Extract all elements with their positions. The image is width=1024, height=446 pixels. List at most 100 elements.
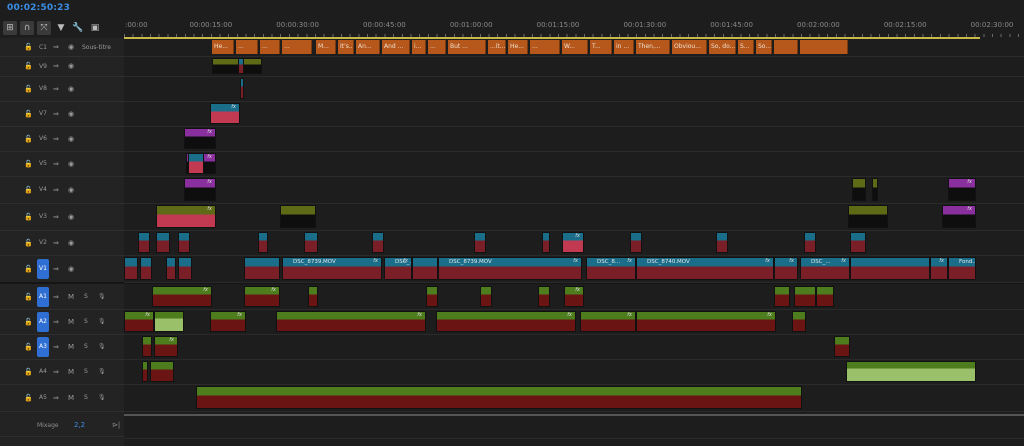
lock-icon[interactable]: 🔓 [24, 368, 33, 376]
microphone-icon[interactable]: 🎙 [98, 318, 106, 325]
mute-button[interactable]: M [68, 343, 74, 351]
video-clip[interactable]: fx [562, 232, 584, 253]
caption-clip[interactable]: He... [212, 40, 234, 54]
insert-icon[interactable]: ⊞ [3, 21, 17, 35]
sync-lock-icon[interactable]: ⇒ [53, 110, 59, 118]
caption-clip[interactable]: So, do... [709, 40, 736, 54]
eye-icon[interactable]: ◉ [68, 265, 74, 273]
audio-clip[interactable] [308, 286, 318, 307]
solo-button[interactable]: S [84, 368, 88, 375]
track-header-v5[interactable]: 🔓 V5 ⇒ ◉ [0, 151, 124, 177]
video-clip[interactable]: fx [774, 257, 798, 280]
caption-clip[interactable]: in ... [614, 40, 634, 54]
lock-icon[interactable]: 🔓 [24, 394, 33, 402]
audio-clip[interactable]: fx [210, 311, 246, 332]
video-clip[interactable] [156, 232, 170, 253]
caption-clip[interactable]: But ... [448, 40, 486, 54]
track-label[interactable]: A2 [37, 311, 49, 332]
video-clip[interactable]: fx [156, 205, 216, 228]
caption-clip[interactable]: ... [260, 40, 280, 54]
track-header-a5[interactable]: 🔓 A5 ⇒ M S 🎙 [0, 384, 124, 412]
track-label[interactable]: V5 [37, 160, 49, 167]
sync-lock-icon[interactable]: ⇒ [53, 85, 59, 93]
track-lane[interactable] [124, 151, 1024, 177]
caption-clip[interactable]: T... [590, 40, 612, 54]
video-clip[interactable]: DSC_8740.MOV fx [636, 257, 774, 280]
video-clip[interactable] [240, 78, 244, 99]
track-label[interactable]: V9 [37, 63, 49, 70]
caption-clip[interactable] [774, 40, 798, 54]
eye-icon[interactable]: ◉ [68, 186, 74, 194]
sync-lock-icon[interactable]: ⇒ [53, 160, 59, 168]
audio-clip[interactable] [792, 311, 806, 332]
track-label[interactable]: V7 [37, 110, 49, 117]
caption-clip[interactable]: So... [756, 40, 772, 54]
track-label[interactable]: A4 [37, 368, 49, 375]
video-clip[interactable]: fx [930, 257, 948, 280]
linked-selection-icon[interactable]: ⤧ [37, 21, 51, 35]
video-clip[interactable] [630, 232, 642, 253]
track-lane[interactable] [124, 176, 1024, 204]
track-label[interactable]: A1 [37, 286, 49, 307]
track-label[interactable]: C1 [37, 44, 49, 51]
video-clip[interactable] [280, 205, 316, 228]
video-clip[interactable] [166, 257, 176, 280]
eye-icon[interactable]: ◉ [68, 239, 74, 247]
video-clip[interactable] [716, 232, 728, 253]
sync-lock-icon[interactable]: ⇒ [53, 293, 59, 301]
track-lane[interactable] [124, 76, 1024, 102]
sync-lock-icon[interactable]: ⇒ [53, 343, 59, 351]
track-header-v1[interactable]: 🔓 V1 ⇒ ◉ [0, 255, 124, 283]
sync-lock-icon[interactable]: ⇒ [53, 265, 59, 273]
track-header-c1[interactable]: 🔓 C1 ⇒ ◉ Sous-titre [0, 38, 124, 57]
video-clip[interactable]: fx [948, 178, 976, 201]
video-clip[interactable] [258, 232, 268, 253]
caption-clip[interactable]: ...it... [488, 40, 506, 54]
track-header-v6[interactable]: 🔓 V6 ⇒ ◉ [0, 126, 124, 152]
lock-icon[interactable]: 🔓 [24, 62, 33, 70]
caption-clip[interactable]: He... [508, 40, 528, 54]
audio-clip[interactable] [150, 361, 174, 382]
video-clip[interactable] [848, 205, 888, 228]
track-label[interactable]: V3 [37, 213, 49, 220]
lock-icon[interactable]: 🔓 [24, 318, 33, 326]
video-clip[interactable] [238, 58, 244, 74]
video-clip[interactable]: DSC_8739.MOV fx [438, 257, 582, 280]
eye-icon[interactable]: ◉ [68, 85, 74, 93]
lock-icon[interactable]: 🔓 [24, 343, 33, 351]
mix-volume-value[interactable]: 2,2 [74, 421, 85, 429]
lock-icon[interactable]: 🔓 [24, 293, 33, 301]
caption-clip[interactable]: An... [356, 40, 380, 54]
track-header-a4[interactable]: 🔓 A4 ⇒ M S 🎙 [0, 359, 124, 385]
lock-icon[interactable]: 🔓 [24, 110, 33, 118]
caption-clip[interactable]: It's... [338, 40, 354, 54]
video-clip[interactable] [138, 232, 150, 253]
marker-icon[interactable]: ▼ [54, 21, 68, 35]
track-header-a3[interactable]: 🔓 A3 ⇒ M S 🎙 [0, 334, 124, 360]
track-lane[interactable] [124, 126, 1024, 152]
audio-clip[interactable]: fx [636, 311, 776, 332]
video-clip[interactable] [372, 232, 384, 253]
mute-button[interactable]: M [68, 318, 74, 326]
lock-icon[interactable]: 🔓 [24, 213, 33, 221]
audio-clip[interactable] [834, 336, 850, 357]
video-clip[interactable]: DSC_... fx [800, 257, 850, 280]
video-clip[interactable]: fx [184, 178, 216, 201]
track-label[interactable]: V6 [37, 135, 49, 142]
solo-button[interactable]: S [84, 318, 88, 325]
solo-button[interactable]: S [84, 293, 88, 300]
sync-lock-icon[interactable]: ⇒ [53, 239, 59, 247]
video-clip[interactable] [244, 257, 280, 280]
video-clip[interactable] [850, 257, 930, 280]
audio-clip[interactable] [816, 286, 834, 307]
audio-clip[interactable] [154, 311, 184, 332]
audio-clip[interactable]: fx [124, 311, 154, 332]
caption-clip[interactable]: And ... [382, 40, 410, 54]
track-label[interactable]: A3 [37, 336, 49, 357]
video-clip[interactable] [804, 232, 816, 253]
audio-clip[interactable]: fx [436, 311, 576, 332]
microphone-icon[interactable]: 🎙 [98, 368, 106, 375]
solo-button[interactable]: S [84, 394, 88, 401]
sync-lock-icon[interactable]: ⇒ [53, 394, 59, 402]
mute-button[interactable]: M [68, 368, 74, 376]
